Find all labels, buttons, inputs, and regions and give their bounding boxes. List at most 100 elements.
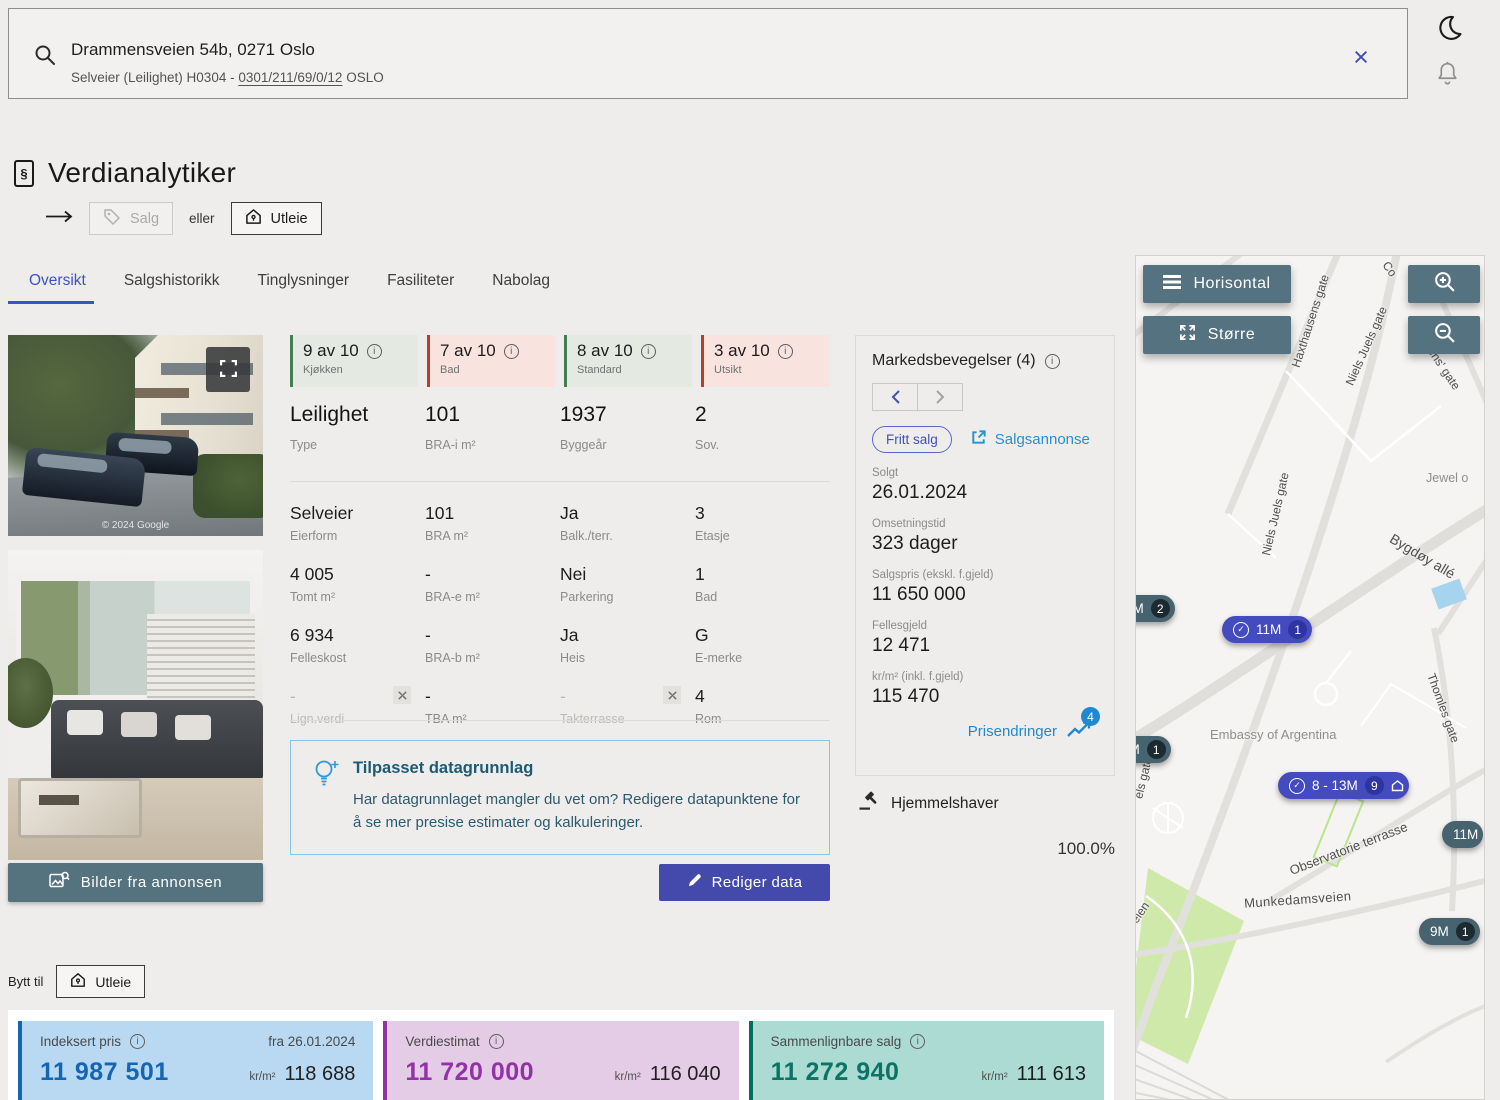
market-field-salgspris: Salgspris (ekskl. f.gjeld) 11 650 000 [872,569,1098,606]
pencil-icon [687,873,702,892]
zoom-out-button[interactable] [1408,316,1480,354]
property-search-bar[interactable]: Drammensveien 54b, 0271 Oslo Selveier (L… [8,8,1408,99]
fact-value: 3 [695,503,830,524]
fact-label: Bad [695,590,830,604]
zoom-out-icon [1433,321,1456,349]
valuation-cards: Indeksert pris fra 26.01.2024 11 987 501… [8,1010,1114,1100]
ownership-share: 100.0% [985,839,1115,859]
info-icon[interactable] [641,344,656,359]
sales-ad-label: Salgsannonse [995,431,1090,448]
fact-value: Leilighet [290,403,425,427]
utleie-label: Utleie [271,211,308,227]
clear-search-button[interactable] [1343,39,1379,75]
map-price-pin-selected[interactable]: 11M 1 [1222,616,1312,643]
fullscreen-button[interactable] [206,347,250,392]
dark-mode-icon[interactable] [1436,14,1476,46]
switch-utleie-button[interactable]: Utleie [56,965,145,998]
map-price-pin[interactable]: 0M 2 [1135,595,1175,622]
image-search-icon [49,871,70,894]
street-label: Thomles gate [1424,671,1462,744]
price-changes-link[interactable]: Prisendringer 4 [872,720,1098,742]
info-icon[interactable] [910,1034,925,1049]
tab-salgshistorikk[interactable]: Salgshistorikk [124,272,220,290]
title-holder-label: Hjemmelshaver [891,795,999,813]
field-value: 323 dager [872,533,1098,555]
info-icon[interactable] [367,344,382,359]
rating-bad: 7 av 10 Bad [427,335,555,387]
poi-label: Jewel o [1426,471,1468,485]
comparable-sales-card: Sammenlignbare salg 11 272 940 kr/m²111 … [749,1021,1104,1100]
fact-value: 1 [695,564,830,585]
utleie-mode-button[interactable]: Utleie [231,202,322,235]
check-circle-icon [1289,778,1305,794]
edit-data-button[interactable]: Rediger data [659,864,830,901]
tab-tinglysninger[interactable]: Tinglysninger [257,272,349,290]
title-holder-row[interactable]: Hjemmelshaver [858,791,999,816]
rating-score: 7 av 10 [440,341,496,361]
rating-score: 9 av 10 [303,341,359,361]
pin-count-badge: 9 [1365,776,1384,795]
listing-photos-button[interactable]: Bilder fra annonsen [8,863,263,902]
fact-label: TBA m² [425,712,560,726]
salg-label: Salg [130,211,159,227]
street-label-fragment: veien [1135,899,1152,931]
property-meta-prefix: Selveier (Leilighet) H0304 - [71,70,238,85]
card-title: Indeksert pris [40,1034,121,1049]
enlarge-map-button[interactable]: Større [1143,316,1291,354]
photo-coffee-table [18,778,142,838]
info-icon[interactable] [778,344,793,359]
info-icon[interactable] [130,1034,145,1049]
fact-etasje: 3Etasje [695,503,830,543]
info-icon[interactable] [504,344,519,359]
fact-label: Felleskost [290,651,425,665]
cadastre-link[interactable]: 0301/211/69/0/12 [238,70,342,85]
pin-price: 8 - 13M [1312,778,1358,793]
map-price-pin[interactable]: 9M 1 [1419,918,1480,945]
map-price-pin[interactable]: 11M [1442,821,1483,848]
rows-icon [1163,275,1181,294]
pin-count-badge: 1 [1456,922,1475,941]
prev-button[interactable] [872,383,918,411]
unit-value: 118 688 [285,1063,356,1086]
field-value: 11 650 000 [872,584,1098,606]
edit-tools-icon[interactable] [663,686,681,704]
rating-score: 8 av 10 [577,341,633,361]
fact-value: Ja [560,625,695,646]
gavel-icon [858,791,878,816]
horizontal-layout-button[interactable]: Horisontal [1143,265,1291,303]
map-panel[interactable]: Haxthausens gate Niels Juels gate Behren… [1135,255,1485,1100]
tag-icon [103,208,121,230]
interior-photo[interactable] [8,550,263,860]
photo-sofa [51,700,263,780]
listing-photos-label: Bilder fra annonsen [81,874,223,891]
edit-tools-icon[interactable] [393,686,411,704]
notifications-bell-icon[interactable] [1436,60,1476,90]
zoom-in-button[interactable] [1408,265,1480,303]
map-price-pin-selected[interactable]: 8 - 13M 9 [1278,772,1409,799]
pin-count-badge: 1 [1288,620,1307,639]
pin-price: 9M [1430,924,1449,939]
salg-mode-button[interactable]: Salg [89,202,173,235]
street-view-photo[interactable]: © 2024 Google [8,335,263,536]
street-label: Observatorie terrasse [1287,819,1409,878]
fact-heis: JaHeis [560,625,695,665]
pin-count-badge: 1 [1147,740,1166,759]
fact-value: 101 [425,503,560,524]
rating-cards: 9 av 10 Kjøkken 7 av 10 Bad 8 av 10 Stan… [290,335,830,387]
rating-label: Bad [440,364,545,376]
fact-bra-b: -BRA-b m² [425,625,560,665]
fact-label: Rom [695,712,830,726]
map-price-pin[interactable]: 4M 1 [1135,736,1171,763]
fact-balkong: JaBalk./terr. [560,503,695,543]
info-icon[interactable] [489,1034,504,1049]
fact-label: Byggeår [560,438,695,452]
next-button[interactable] [917,383,963,411]
tab-oversikt[interactable]: Oversikt [29,272,86,290]
tab-nabolag[interactable]: Nabolag [492,272,550,290]
page-header: Verdianalytiker [14,157,236,189]
expand-icon [1179,324,1196,346]
info-icon[interactable] [1045,354,1060,369]
tab-fasiliteter[interactable]: Fasiliteter [387,272,454,290]
sales-ad-link[interactable]: Salgsannonse [969,428,1090,451]
fact-parkering: NeiParkering [560,564,695,604]
